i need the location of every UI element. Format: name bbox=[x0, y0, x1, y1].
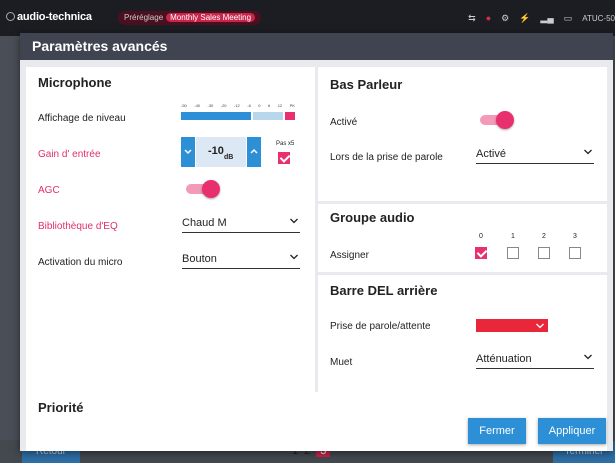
gain-increase-button[interactable] bbox=[247, 137, 261, 167]
agc-label: AGC bbox=[38, 185, 60, 196]
chevron-down-icon bbox=[536, 323, 544, 329]
advanced-settings-dialog: Paramètres avancés Microphone Affichage … bbox=[20, 33, 613, 451]
audio-group-title: Groupe audio bbox=[330, 210, 415, 225]
gain-stepper: -10 dB bbox=[181, 137, 261, 167]
gain-value: -10 bbox=[208, 145, 224, 157]
level-meter: -50 -40 -30 -20 -12 -6 0 6 12 PK bbox=[181, 103, 295, 123]
audio-group-panel: Groupe audio Assigner 0 1 2 3 bbox=[318, 204, 607, 272]
rear-led-title: Barre DEL arrière bbox=[330, 283, 438, 298]
level-tick: -40 bbox=[194, 103, 201, 108]
microphone-panel: Microphone Affichage de niveau -50 -40 -… bbox=[26, 67, 315, 415]
level-tick: -50 bbox=[181, 103, 187, 108]
record-icon[interactable]: ● bbox=[486, 13, 491, 23]
eq-label: Bibliothèque d'EQ bbox=[38, 221, 118, 232]
settings-icon[interactable]: ⚙ bbox=[501, 13, 509, 24]
group-0-checkbox[interactable] bbox=[475, 247, 487, 259]
screen-icon[interactable]: ▭ bbox=[564, 13, 573, 24]
apply-button[interactable]: Appliquer bbox=[538, 418, 606, 444]
level-tick: PK bbox=[289, 103, 295, 108]
level-tick: 6 bbox=[267, 103, 271, 108]
speaker-toggle[interactable] bbox=[480, 110, 514, 130]
mute-label: Muet bbox=[330, 357, 353, 368]
level-tick: -12 bbox=[234, 103, 240, 108]
priority-title: Priorité bbox=[38, 400, 84, 415]
mute-value: Atténuation bbox=[476, 353, 532, 365]
group-number: 1 bbox=[511, 233, 515, 240]
gain-value-display: -10 dB bbox=[196, 137, 246, 167]
level-tick: -20 bbox=[220, 103, 227, 108]
agc-toggle-knob bbox=[202, 180, 220, 198]
speaker-toggle-knob bbox=[496, 111, 514, 129]
signal-icon[interactable]: ▂▄ bbox=[540, 13, 553, 24]
chevron-down-icon bbox=[184, 149, 192, 155]
level-tick: 0 bbox=[258, 103, 261, 108]
group-number: 2 bbox=[542, 233, 546, 240]
eq-value: Chaud M bbox=[182, 217, 227, 229]
usb-icon[interactable]: ⇆ bbox=[468, 13, 476, 24]
dialog-title: Paramètres avancés bbox=[20, 33, 613, 60]
group-number: 3 bbox=[573, 233, 577, 240]
rear-led-talk-label: Prise de parole/attente bbox=[330, 321, 431, 332]
preset-badge[interactable]: Préréglage Monthly Sales Meeting bbox=[118, 11, 262, 25]
microphone-title: Microphone bbox=[38, 75, 112, 90]
level-tick: -30 bbox=[207, 103, 214, 108]
speaker-talk-value: Activé bbox=[476, 148, 506, 160]
preset-label: Préréglage bbox=[124, 13, 164, 22]
gain-label: Gain d' entrée bbox=[38, 149, 101, 160]
network-icon[interactable]: ⚡ bbox=[519, 13, 530, 24]
preset-name: Monthly Sales Meeting bbox=[166, 13, 256, 22]
group-2-checkbox[interactable] bbox=[538, 247, 550, 259]
group-3-checkbox[interactable] bbox=[569, 247, 581, 259]
speaker-enabled-label: Activé bbox=[330, 117, 358, 128]
chevron-down-icon bbox=[584, 149, 592, 155]
speaker-talk-select[interactable]: Activé bbox=[476, 146, 594, 164]
chevron-down-icon bbox=[584, 354, 592, 360]
level-peak-indicator bbox=[285, 112, 295, 120]
activation-select[interactable]: Bouton bbox=[182, 251, 300, 269]
eq-select[interactable]: Chaud M bbox=[182, 215, 300, 233]
chevron-down-icon bbox=[290, 218, 298, 224]
group-1-checkbox[interactable] bbox=[507, 247, 519, 259]
device-name: ATUC-50 bbox=[582, 13, 615, 23]
chevron-down-icon bbox=[290, 254, 298, 260]
activation-value: Bouton bbox=[182, 253, 217, 265]
level-bar-active bbox=[181, 112, 251, 120]
rear-led-color-select[interactable] bbox=[476, 319, 548, 332]
brand-name: audio-technica bbox=[17, 11, 92, 23]
status-icons: ⇆ ● ⚙ ⚡ ▂▄ ▭ ATUC-50 bbox=[468, 10, 615, 26]
activation-label: Activation du micro bbox=[38, 257, 123, 268]
speaker-panel: Bas Parleur Activé Lors de la prise de p… bbox=[318, 67, 607, 201]
chevron-up-icon bbox=[250, 148, 258, 154]
gain-decrease-button[interactable] bbox=[181, 137, 195, 167]
step-label: Pas x5 bbox=[276, 141, 295, 147]
speaker-talk-label: Lors de la prise de parole bbox=[330, 152, 443, 163]
mute-select[interactable]: Atténuation bbox=[476, 351, 594, 369]
group-number: 0 bbox=[479, 233, 483, 240]
level-ticks: -50 -40 -30 -20 -12 -6 0 6 12 PK bbox=[181, 103, 295, 111]
brand-mark-icon bbox=[6, 12, 15, 21]
level-bar-inactive bbox=[253, 112, 283, 120]
gain-unit: dB bbox=[224, 154, 234, 161]
step-x5-checkbox[interactable] bbox=[278, 152, 290, 164]
speaker-title: Bas Parleur bbox=[330, 77, 403, 92]
agc-toggle[interactable] bbox=[186, 179, 220, 199]
brand-logo: audio-technica bbox=[6, 11, 92, 23]
level-label: Affichage de niveau bbox=[38, 113, 126, 124]
top-bar: audio-technica Préréglage Monthly Sales M… bbox=[0, 0, 615, 36]
assign-label: Assigner bbox=[330, 250, 369, 261]
level-tick: -6 bbox=[247, 103, 251, 108]
level-tick: 12 bbox=[277, 103, 283, 108]
close-button[interactable]: Fermer bbox=[468, 418, 526, 444]
